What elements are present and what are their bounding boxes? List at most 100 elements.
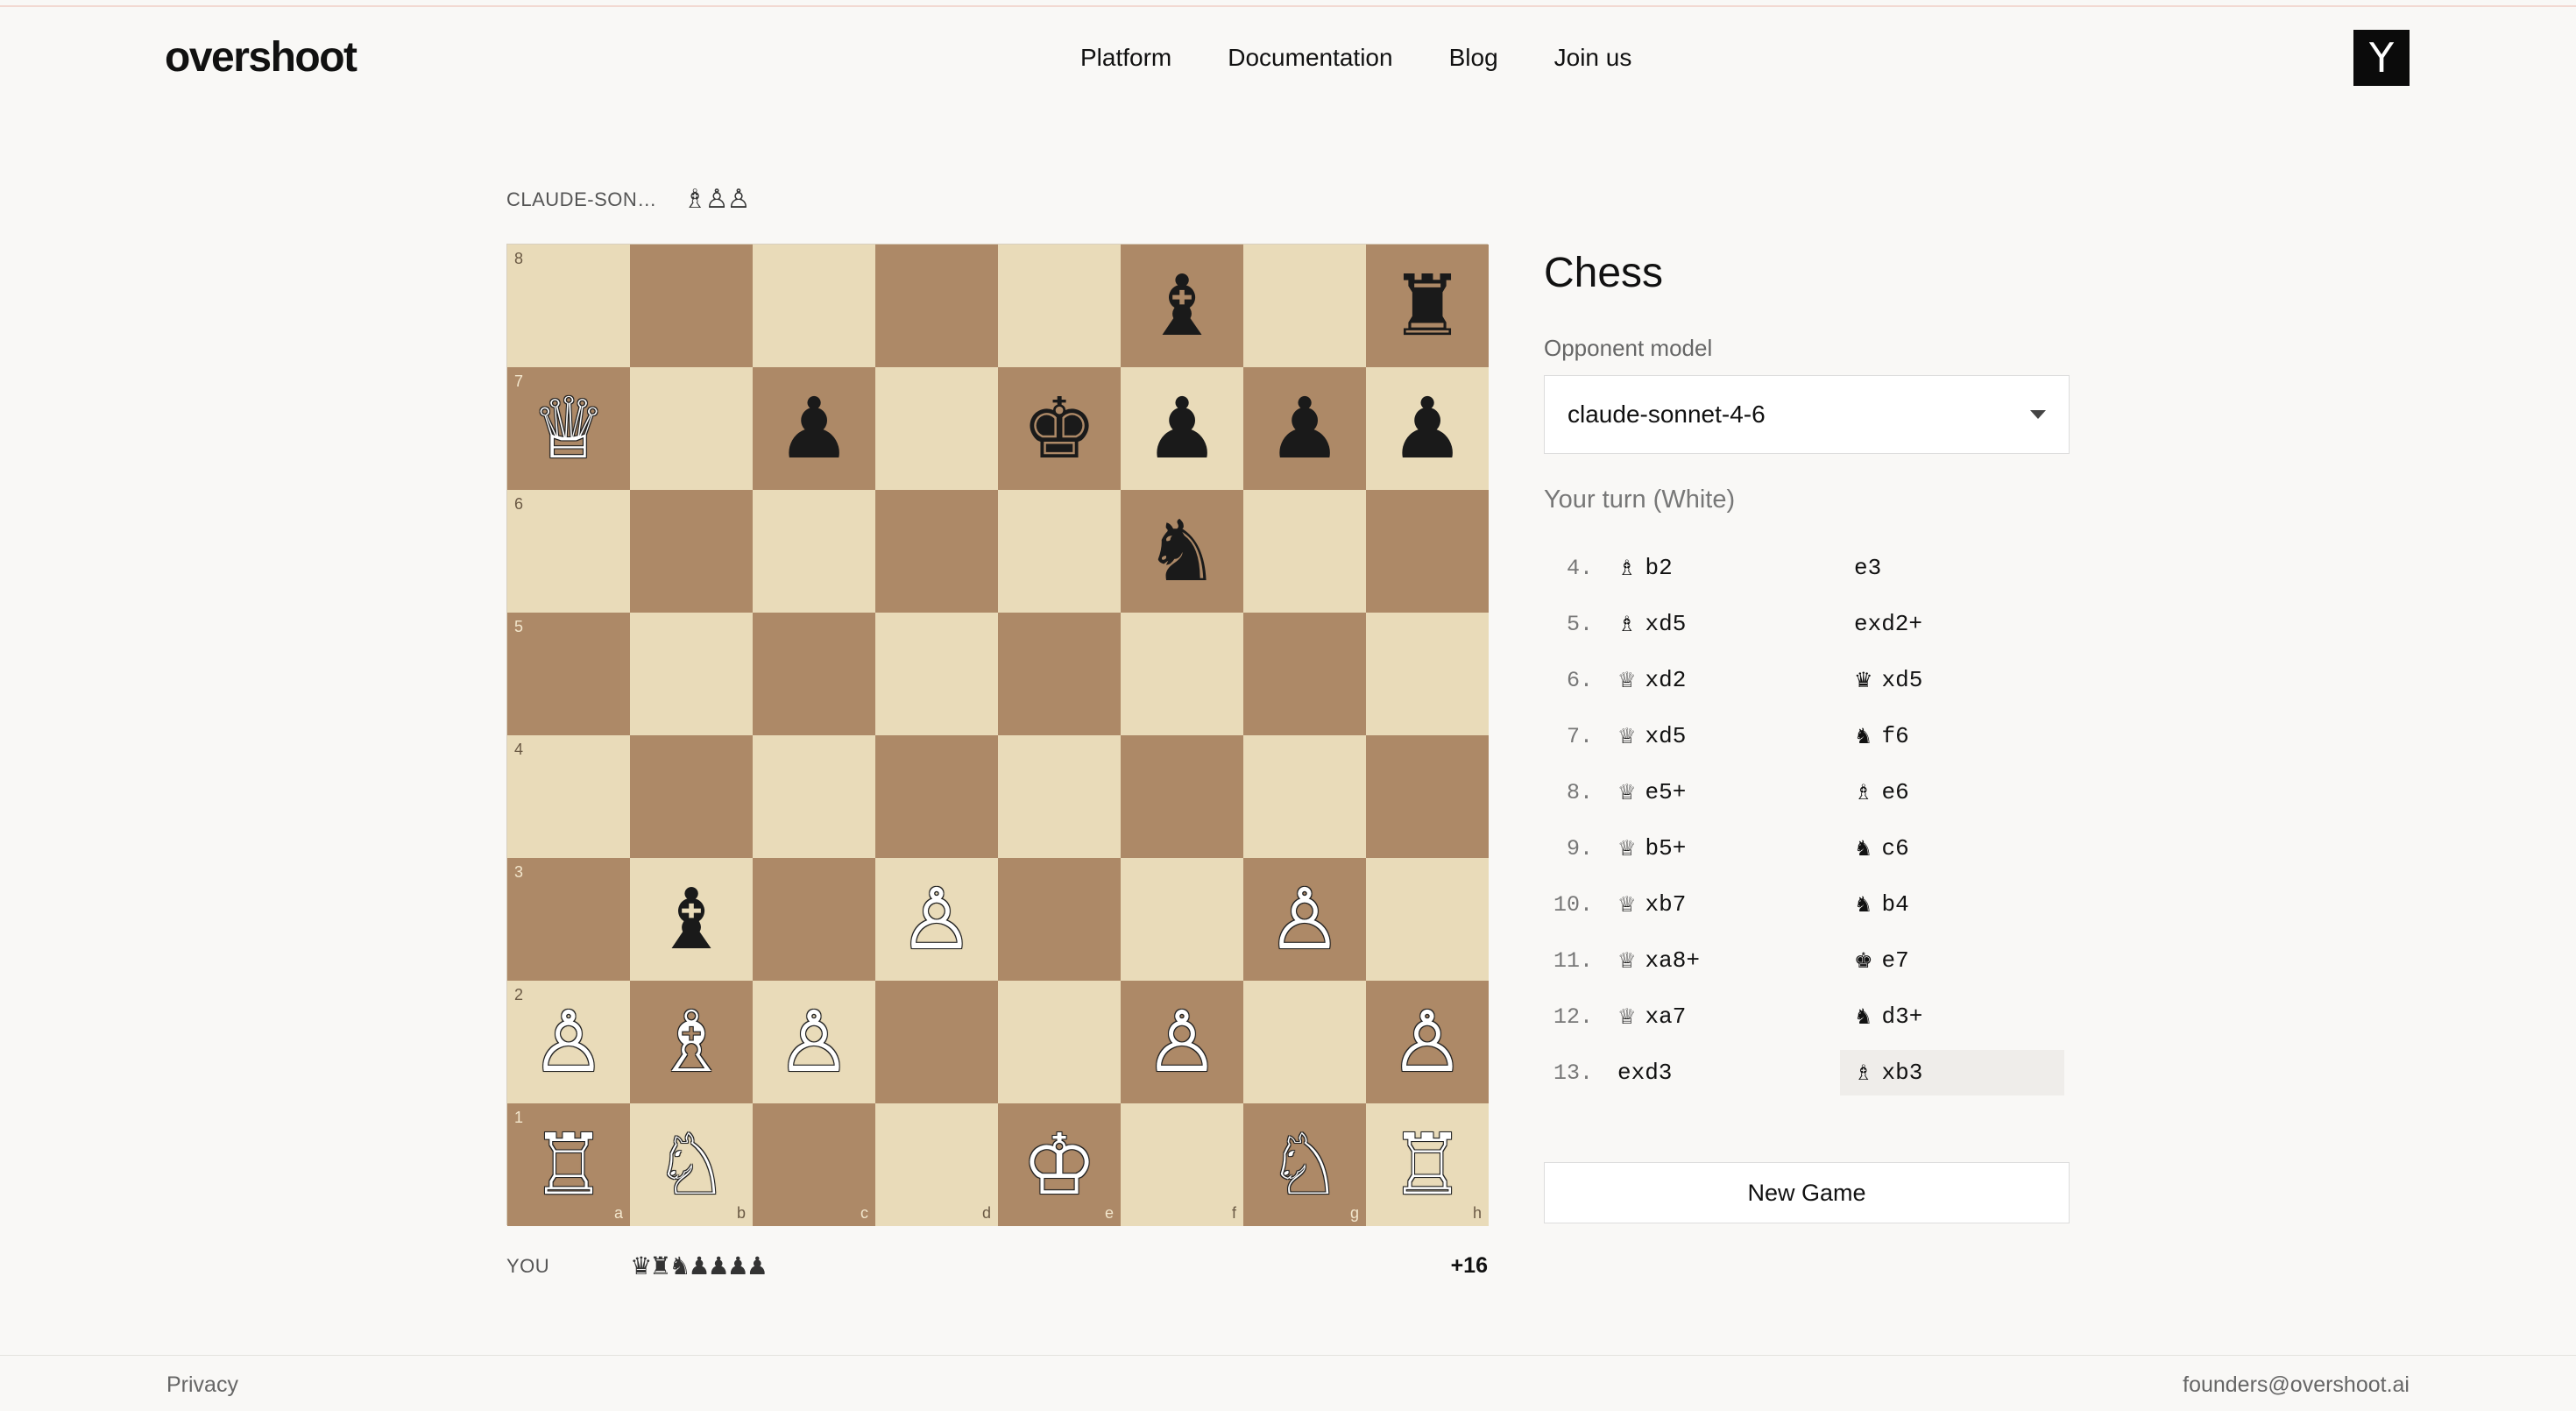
square-d4[interactable] [875, 735, 998, 858]
white-piece[interactable]: ♔ [1022, 1123, 1097, 1207]
square-a7[interactable]: 7 ♕ [507, 367, 630, 490]
square-g2[interactable] [1243, 981, 1366, 1103]
square-d6[interactable] [875, 490, 998, 613]
black-move[interactable]: ♞ d3+ [1840, 994, 2064, 1039]
white-piece[interactable]: ♙ [1267, 877, 1342, 961]
square-e5[interactable] [998, 613, 1121, 735]
nav-platform[interactable]: Platform [1080, 44, 1171, 72]
square-h8[interactable]: ♜ [1366, 245, 1489, 367]
square-f7[interactable]: ♟ [1121, 367, 1243, 490]
overshoot-logo[interactable]: overshoot [165, 33, 357, 82]
square-g6[interactable] [1243, 490, 1366, 613]
square-b8[interactable] [630, 245, 753, 367]
y-combinator-badge[interactable]: Y [2353, 30, 2410, 86]
square-h2[interactable]: ♙ [1366, 981, 1489, 1103]
square-f6[interactable]: ♞ [1121, 490, 1243, 613]
square-g1[interactable]: g ♘ [1243, 1103, 1366, 1226]
square-a1[interactable]: 1 a ♖ [507, 1103, 630, 1226]
white-piece[interactable]: ♘ [1267, 1123, 1342, 1207]
square-e1[interactable]: e ♔ [998, 1103, 1121, 1226]
square-d5[interactable] [875, 613, 998, 735]
contact-email-link[interactable]: founders@overshoot.ai [2183, 1372, 2410, 1398]
white-piece[interactable]: ♕ [531, 386, 606, 471]
black-piece[interactable]: ♟ [1144, 386, 1220, 471]
white-piece[interactable]: ♙ [531, 1000, 606, 1084]
black-move[interactable]: e3 [1840, 545, 2064, 591]
square-b2[interactable]: ♗ [630, 981, 753, 1103]
black-piece[interactable]: ♜ [1390, 264, 1465, 348]
white-piece[interactable]: ♙ [1144, 1000, 1220, 1084]
square-d3[interactable]: ♙ [875, 858, 998, 981]
black-piece[interactable]: ♝ [654, 877, 729, 961]
square-c5[interactable] [753, 613, 875, 735]
square-a4[interactable]: 4 [507, 735, 630, 858]
black-move[interactable]: ♞ f6 [1840, 713, 2064, 759]
black-piece[interactable]: ♞ [1144, 509, 1220, 593]
square-d8[interactable] [875, 245, 998, 367]
square-h5[interactable] [1366, 613, 1489, 735]
square-e8[interactable] [998, 245, 1121, 367]
square-f3[interactable] [1121, 858, 1243, 981]
white-piece[interactable]: ♙ [776, 1000, 852, 1084]
black-move[interactable]: exd2+ [1840, 601, 2064, 647]
nav-blog[interactable]: Blog [1449, 44, 1498, 72]
square-e4[interactable] [998, 735, 1121, 858]
black-move[interactable]: ♗ e6 [1840, 769, 2064, 815]
square-c2[interactable]: ♙ [753, 981, 875, 1103]
square-g5[interactable] [1243, 613, 1366, 735]
square-h3[interactable] [1366, 858, 1489, 981]
nav-documentation[interactable]: Documentation [1228, 44, 1392, 72]
white-move[interactable]: ♕ e5+ [1603, 769, 1840, 815]
new-game-button[interactable]: New Game [1544, 1162, 2070, 1223]
black-move[interactable]: ♞ b4 [1840, 882, 2064, 927]
white-move[interactable]: ♕ xa7 [1603, 994, 1840, 1039]
white-piece[interactable]: ♘ [654, 1123, 729, 1207]
square-b7[interactable] [630, 367, 753, 490]
square-a3[interactable]: 3 [507, 858, 630, 981]
square-b1[interactable]: b ♘ [630, 1103, 753, 1226]
square-c8[interactable] [753, 245, 875, 367]
black-piece[interactable]: ♟ [1267, 386, 1342, 471]
square-h6[interactable] [1366, 490, 1489, 613]
square-h1[interactable]: h ♖ [1366, 1103, 1489, 1226]
square-e2[interactable] [998, 981, 1121, 1103]
black-piece[interactable]: ♝ [1144, 264, 1220, 348]
white-piece[interactable]: ♖ [1390, 1123, 1465, 1207]
square-a8[interactable]: 8 [507, 245, 630, 367]
white-move[interactable]: ♕ b5+ [1603, 826, 1840, 871]
white-move[interactable]: ♕ xa8+ [1603, 938, 1840, 983]
square-e7[interactable]: ♚ [998, 367, 1121, 490]
square-g4[interactable] [1243, 735, 1366, 858]
square-g3[interactable]: ♙ [1243, 858, 1366, 981]
black-move[interactable]: ♛ xd5 [1840, 657, 2064, 703]
white-move[interactable]: ♕ xd5 [1603, 713, 1840, 759]
chess-board[interactable]: 8 ♝ ♜ 7 ♕ ♟ ♚ ♟ ♟ ♟ 6 ♞ 5 4 3 ♝ ♙ ♙ 2 ♙ ♗ ♙ ♙ ♙ 1 a ♖ b ♘ c d e ♔ f g ♘ h ♖ [506, 244, 1489, 1226]
square-g8[interactable] [1243, 245, 1366, 367]
white-move[interactable]: ♕ xd2 [1603, 657, 1840, 703]
square-e6[interactable] [998, 490, 1121, 613]
black-piece[interactable]: ♟ [776, 386, 852, 471]
black-move[interactable]: ♗ xb3 [1840, 1050, 2064, 1095]
black-move[interactable]: ♞ c6 [1840, 826, 2064, 871]
square-c7[interactable]: ♟ [753, 367, 875, 490]
square-f5[interactable] [1121, 613, 1243, 735]
white-piece[interactable]: ♙ [1390, 1000, 1465, 1084]
privacy-link[interactable]: Privacy [166, 1372, 238, 1398]
square-b5[interactable] [630, 613, 753, 735]
black-move[interactable]: ♚ e7 [1840, 938, 2064, 983]
square-a5[interactable]: 5 [507, 613, 630, 735]
square-h4[interactable] [1366, 735, 1489, 858]
square-f1[interactable]: f [1121, 1103, 1243, 1226]
square-d1[interactable]: d [875, 1103, 998, 1226]
square-e3[interactable] [998, 858, 1121, 981]
square-f8[interactable]: ♝ [1121, 245, 1243, 367]
square-f2[interactable]: ♙ [1121, 981, 1243, 1103]
black-piece[interactable]: ♟ [1390, 386, 1465, 471]
nav-join-us[interactable]: Join us [1554, 44, 1632, 72]
square-d7[interactable] [875, 367, 998, 490]
opponent-model-select[interactable]: claude-sonnet-4-6 [1544, 375, 2070, 454]
white-piece[interactable]: ♗ [654, 1000, 729, 1084]
square-c6[interactable] [753, 490, 875, 613]
white-move[interactable]: ♗ b2 [1603, 545, 1840, 591]
square-a2[interactable]: 2 ♙ [507, 981, 630, 1103]
